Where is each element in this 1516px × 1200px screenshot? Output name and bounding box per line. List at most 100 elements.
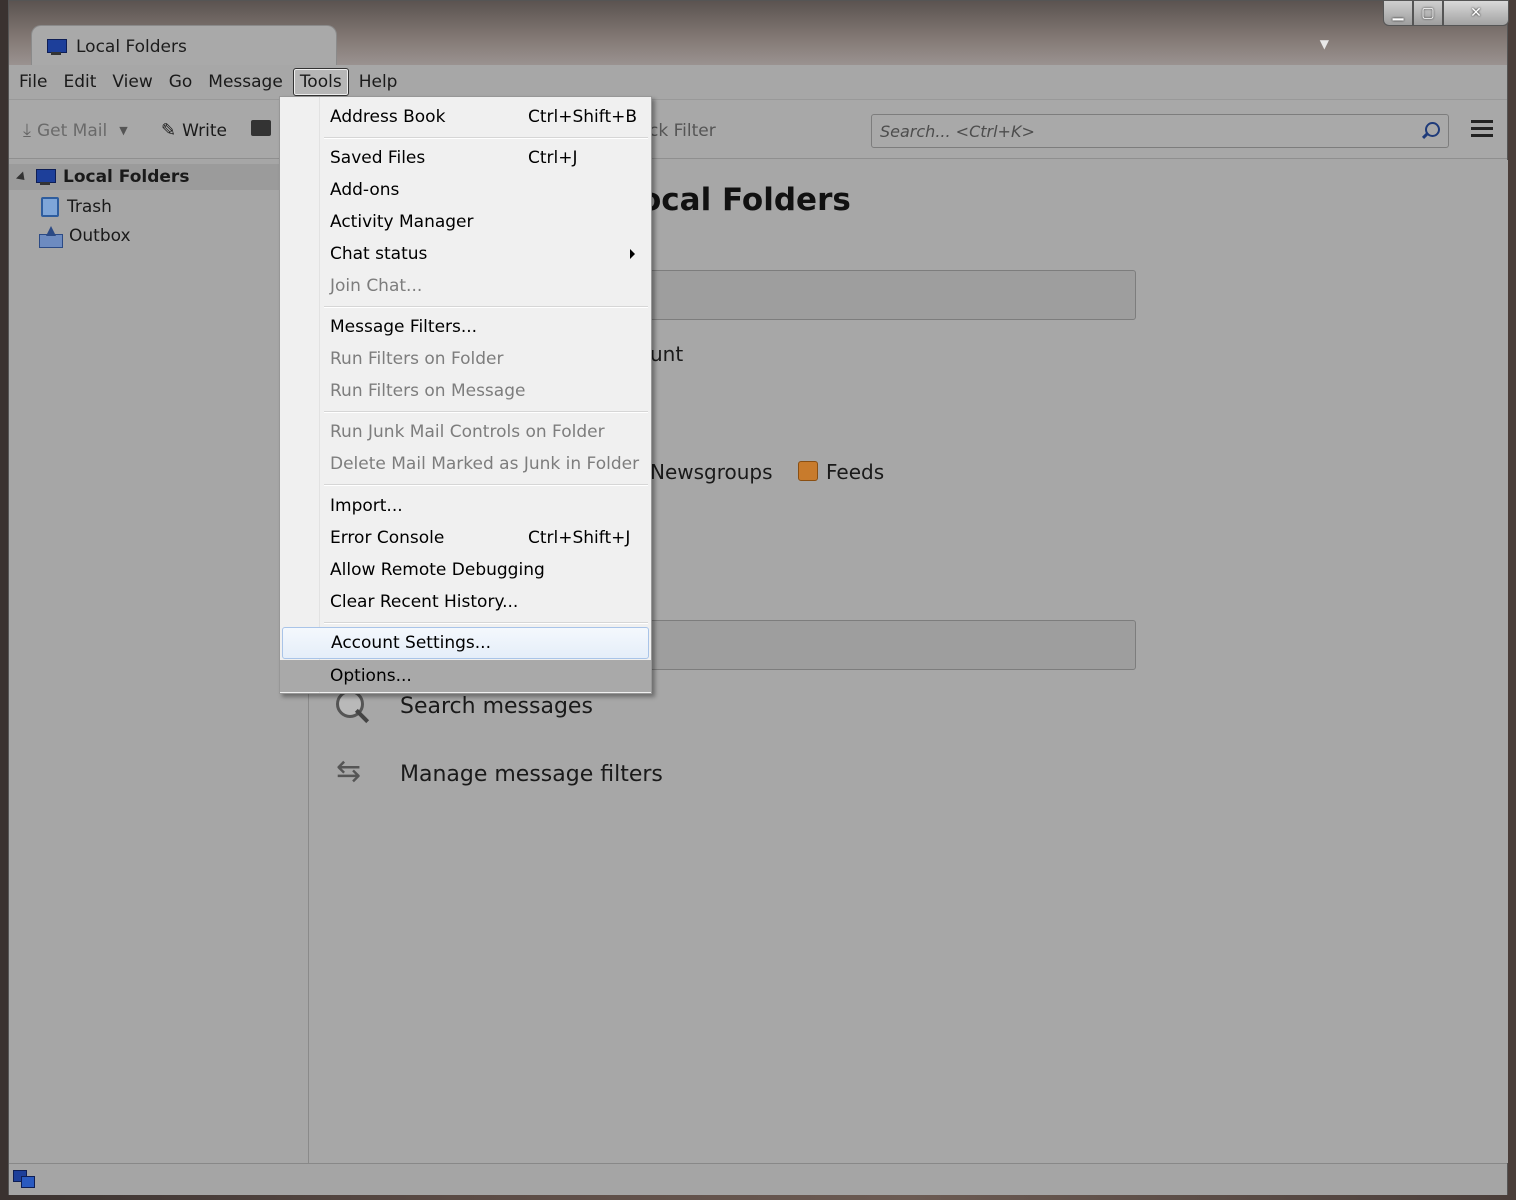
menu-item-label: Add-ons xyxy=(330,180,400,200)
menu-item-chat-status[interactable]: Chat status xyxy=(282,238,649,270)
menu-message[interactable]: Message xyxy=(202,69,289,95)
app-menu-hamburger-icon[interactable] xyxy=(1471,120,1493,141)
hamburger-line xyxy=(1471,120,1493,123)
chat-button[interactable] xyxy=(251,120,271,136)
menu-item-clear-history[interactable]: Clear Recent History... xyxy=(282,586,649,618)
menu-item-label: Activity Manager xyxy=(330,212,474,232)
menu-item-shortcut: Ctrl+Shift+J xyxy=(528,528,631,548)
online-status-icon[interactable] xyxy=(13,1170,35,1188)
menu-item-label: Message Filters... xyxy=(330,317,478,337)
folder-local-folders[interactable]: Local Folders xyxy=(9,164,279,190)
collapse-twisty-icon[interactable] xyxy=(15,170,29,184)
menu-item-saved-files[interactable]: Saved Files Ctrl+J xyxy=(282,142,649,174)
submenu-arrow-icon xyxy=(630,249,635,259)
menu-file[interactable]: File xyxy=(13,69,53,95)
menu-item-label: Run Filters on Folder xyxy=(330,349,504,369)
menu-item-message-filters[interactable]: Message Filters... xyxy=(282,311,649,343)
search-input[interactable] xyxy=(880,121,1420,141)
tools-menu-popup: Address Book Ctrl+Shift+B Saved Files Ct… xyxy=(279,96,652,694)
folder-label: Outbox xyxy=(69,226,131,246)
manage-filters-label: Manage message filters xyxy=(400,761,663,787)
feeds-label: Feeds xyxy=(826,460,885,484)
write-label: Write xyxy=(182,120,227,141)
menu-item-label: Delete Mail Marked as Junk in Folder xyxy=(330,454,640,474)
write-button[interactable]: ✎ Write xyxy=(161,120,227,141)
quick-filter-button[interactable]: ck Filter xyxy=(649,121,716,141)
menu-item-options[interactable]: Options... xyxy=(280,660,651,692)
search-icon[interactable] xyxy=(1420,121,1440,141)
search-messages-label: Search messages xyxy=(400,693,593,719)
manage-filters-action[interactable]: Manage message filters xyxy=(334,754,663,790)
menu-item-remote-debugging[interactable]: Allow Remote Debugging xyxy=(282,554,649,586)
rss-feed-icon xyxy=(798,461,818,481)
menu-item-label: Address Book xyxy=(330,107,446,127)
menu-item-label: Run Filters on Message xyxy=(330,381,526,401)
menu-view[interactable]: View xyxy=(106,69,158,95)
menu-item-label: Account Settings... xyxy=(331,633,491,653)
menu-item-delete-junk: Delete Mail Marked as Junk in Folder xyxy=(282,448,649,480)
menu-separator xyxy=(324,137,648,139)
menu-item-run-filters-message: Run Filters on Message xyxy=(282,375,649,407)
tab-local-folders[interactable]: Local Folders xyxy=(31,25,337,67)
feeds-link[interactable]: Feeds xyxy=(798,460,884,484)
menu-go[interactable]: Go xyxy=(163,69,199,95)
menu-item-account-settings[interactable]: Account Settings... xyxy=(282,627,649,659)
page-title: ocal Folders xyxy=(640,182,851,218)
mail-toolbar: ⤓ Get Mail ▼ ✎ Write ck Filter xyxy=(9,99,1507,159)
get-mail-dropdown-icon[interactable]: ▼ xyxy=(119,124,127,137)
close-button[interactable]: ✕ xyxy=(1443,0,1509,26)
menu-separator xyxy=(324,622,648,624)
download-icon: ⤓ xyxy=(23,120,31,141)
menu-item-run-junk-controls: Run Junk Mail Controls on Folder xyxy=(282,416,649,448)
tab-label: Local Folders xyxy=(76,36,187,57)
folder-label: Local Folders xyxy=(63,167,190,187)
minimize-button[interactable]: ▁ xyxy=(1383,0,1413,26)
folder-pane: Local Folders Trash Outbox xyxy=(9,160,309,1163)
menu-item-error-console[interactable]: Error Console Ctrl+Shift+J xyxy=(282,522,649,554)
get-mail-label: Get Mail xyxy=(36,120,108,141)
menu-bar: File Edit View Go Message Tools Help xyxy=(9,65,1507,99)
menu-tools[interactable]: Tools xyxy=(292,68,349,96)
title-bar: Local Folders ▼ ▁ ▢ ✕ xyxy=(9,0,1509,67)
menu-separator xyxy=(324,306,648,308)
menu-item-import[interactable]: Import... xyxy=(282,490,649,522)
menu-item-address-book[interactable]: Address Book Ctrl+Shift+B xyxy=(282,101,649,133)
search-box[interactable] xyxy=(871,114,1449,148)
menu-help[interactable]: Help xyxy=(353,69,404,95)
get-mail-button[interactable]: ⤓ Get Mail ▼ xyxy=(23,120,128,141)
menu-item-label: Clear Recent History... xyxy=(330,592,519,612)
status-bar xyxy=(9,1163,1507,1195)
menu-item-shortcut: Ctrl+Shift+B xyxy=(528,107,638,127)
section-header-bar-advanced xyxy=(610,620,1136,670)
section-header-bar xyxy=(610,270,1136,320)
menu-separator xyxy=(324,484,648,486)
trash-icon xyxy=(41,197,59,217)
menu-item-label: Saved Files xyxy=(330,148,426,168)
menu-item-label: Allow Remote Debugging xyxy=(330,560,545,580)
filters-icon xyxy=(334,754,370,790)
outbox-icon xyxy=(39,226,63,248)
local-folders-icon xyxy=(46,38,67,56)
menu-item-label: Run Junk Mail Controls on Folder xyxy=(330,422,605,442)
menu-item-label: Chat status xyxy=(330,244,428,264)
chat-bubble-icon xyxy=(251,120,271,136)
create-account-link[interactable]: unt xyxy=(650,342,683,366)
thunderbird-window: Local Folders ▼ ▁ ▢ ✕ File Edit View Go … xyxy=(8,0,1509,1195)
local-folders-icon xyxy=(35,168,56,186)
hamburger-line xyxy=(1471,134,1493,137)
menu-item-activity-manager[interactable]: Activity Manager xyxy=(282,206,649,238)
pencil-icon: ✎ xyxy=(161,120,177,141)
menu-item-label: Error Console xyxy=(330,528,445,548)
window-controls: ▁ ▢ ✕ xyxy=(1383,0,1509,26)
newsgroups-link[interactable]: Newsgroups xyxy=(650,460,773,484)
menu-edit[interactable]: Edit xyxy=(57,69,102,95)
maximize-button[interactable]: ▢ xyxy=(1413,0,1443,26)
folder-outbox[interactable]: Outbox xyxy=(39,222,131,250)
menu-item-add-ons[interactable]: Add-ons xyxy=(282,174,649,206)
menu-separator xyxy=(324,411,648,413)
tab-list-dropdown-icon[interactable]: ▼ xyxy=(1320,37,1329,51)
folder-trash[interactable]: Trash xyxy=(41,194,112,220)
menu-item-run-filters-folder: Run Filters on Folder xyxy=(282,343,649,375)
menu-item-join-chat: Join Chat... xyxy=(282,270,649,302)
hamburger-line xyxy=(1471,127,1493,130)
